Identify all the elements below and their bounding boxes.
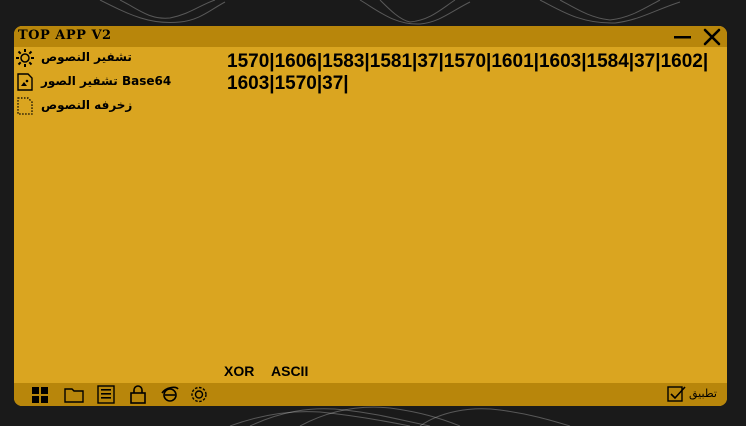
folder-icon[interactable] xyxy=(64,385,84,404)
settings-icon[interactable] xyxy=(189,385,209,404)
browser-icon[interactable] xyxy=(160,385,180,404)
windows-icon[interactable] xyxy=(30,385,50,404)
sidebar-item-text-encryption[interactable]: تشفير النصوص xyxy=(14,47,214,69)
lock-icon[interactable] xyxy=(128,385,148,404)
close-button[interactable] xyxy=(700,26,724,47)
sidebar-item-label: زخرفه النصوص xyxy=(41,98,133,112)
title-bar[interactable]: TOP APP V2 xyxy=(14,26,727,47)
apply-label: تطبيق xyxy=(689,387,717,400)
xor-mode-button[interactable]: XOR xyxy=(224,363,254,379)
minimize-button[interactable] xyxy=(671,26,695,47)
gear-icon xyxy=(15,48,35,68)
sidebar-item-label: تشفير النصوص xyxy=(41,50,132,64)
sidebar-item-text-decoration[interactable]: زخرفه النصوص xyxy=(14,95,214,117)
window-title: TOP APP V2 xyxy=(18,28,112,43)
apply-button[interactable]: تطبيق xyxy=(667,384,723,404)
sidebar-item-image-base64[interactable]: تشفير الصور Base64 xyxy=(14,71,214,93)
output-text: 1570|1606|1583|1581|37|1570|1601|1603|15… xyxy=(227,51,709,94)
ascii-mode-button[interactable]: ASCII xyxy=(271,363,308,379)
minimize-icon xyxy=(674,36,691,39)
binary-calculator-icon[interactable] xyxy=(96,385,116,404)
close-icon xyxy=(703,28,721,46)
bottom-toolbar: تطبيق xyxy=(14,383,727,406)
dotted-file-icon xyxy=(15,96,35,116)
image-file-icon xyxy=(15,72,35,92)
checkbox-icon xyxy=(667,385,687,403)
sidebar-item-label: تشفير الصور Base64 xyxy=(41,74,172,88)
app-window: TOP APP V2 تشفير النصوص تشفير الصور Base… xyxy=(14,26,727,406)
